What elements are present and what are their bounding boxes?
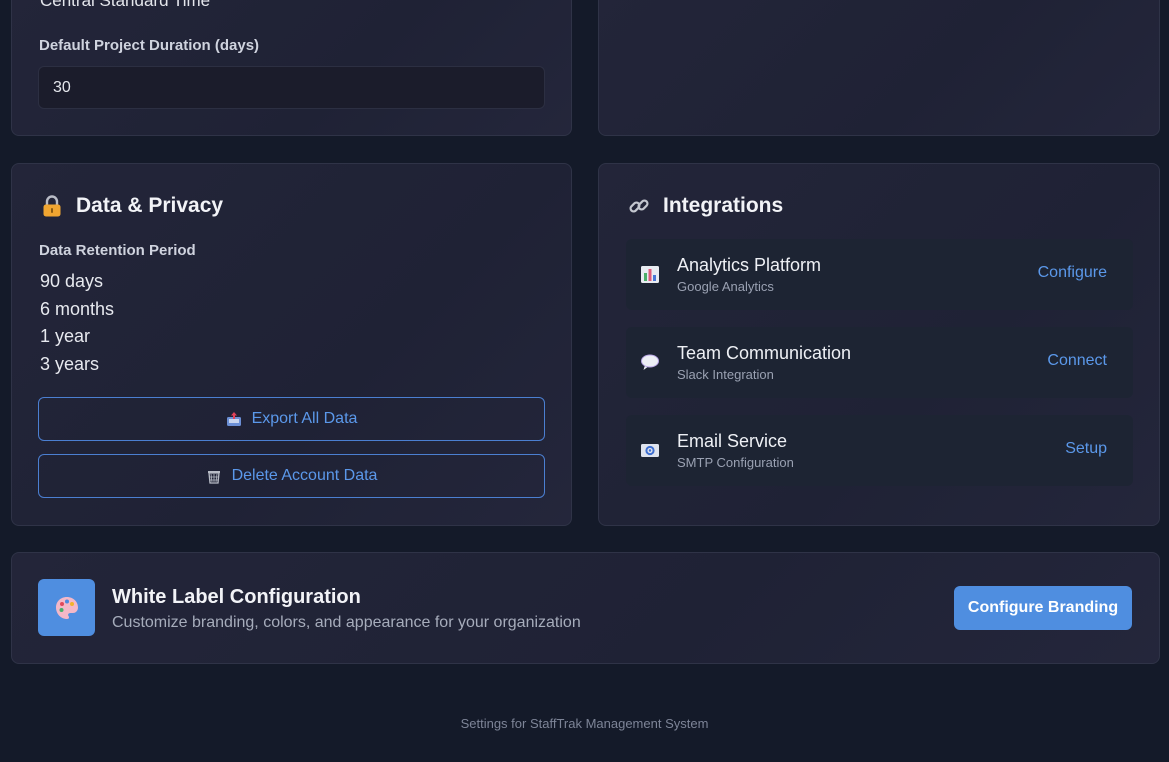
general-settings-card: Central Standard Time Default Project Du… xyxy=(11,0,572,136)
integration-subtitle: SMTP Configuration xyxy=(677,455,794,470)
chat-bubble-icon xyxy=(640,352,660,372)
white-label-subtitle: Customize branding, colors, and appearan… xyxy=(112,614,581,631)
integration-subtitle: Google Analytics xyxy=(677,279,774,294)
setup-email-link[interactable]: Setup xyxy=(1065,440,1107,458)
data-privacy-header: Data & Privacy xyxy=(40,194,223,218)
email-icon xyxy=(640,440,660,460)
integration-name: Analytics Platform xyxy=(677,255,822,275)
integration-row-email: Email Service SMTP Configuration Setup xyxy=(626,415,1133,486)
outbox-icon xyxy=(226,411,242,427)
bar-chart-icon xyxy=(640,264,660,284)
timezone-value[interactable]: Central Standard Time xyxy=(40,0,210,11)
integration-row-analytics: Analytics Platform Google Analytics Conf… xyxy=(626,239,1133,310)
footer-text: Settings for StaffTrak Management System xyxy=(460,716,709,731)
duration-input[interactable]: 30 xyxy=(38,66,545,109)
retention-option[interactable]: 3 years xyxy=(40,351,114,379)
connect-communication-link[interactable]: Connect xyxy=(1047,352,1107,370)
export-all-data-button[interactable]: Export All Data xyxy=(38,397,545,441)
duration-label: Default Project Duration (days) xyxy=(39,37,260,54)
integrations-header: Integrations xyxy=(627,194,783,218)
retention-options-list[interactable]: 90 days 6 months 1 year 3 years xyxy=(40,268,114,378)
data-privacy-card: Data & Privacy Data Retention Period 90 … xyxy=(11,163,572,526)
palette-icon xyxy=(38,579,95,636)
trash-icon xyxy=(206,468,222,484)
integration-name: Email Service xyxy=(677,431,788,451)
configure-branding-button[interactable]: Configure Branding xyxy=(954,586,1132,630)
link-icon xyxy=(627,194,651,218)
configure-analytics-link[interactable]: Configure xyxy=(1038,264,1107,282)
retention-option[interactable]: 90 days xyxy=(40,268,114,296)
export-all-data-label: Export All Data xyxy=(251,410,358,427)
settings-card-top-right xyxy=(598,0,1160,136)
integrations-card: Integrations Analytics Platform Google A… xyxy=(598,163,1160,526)
retention-option[interactable]: 1 year xyxy=(40,323,114,351)
lock-icon xyxy=(40,194,64,218)
delete-account-data-label: Delete Account Data xyxy=(231,467,378,484)
integrations-title: Integrations xyxy=(663,194,784,217)
retention-option[interactable]: 6 months xyxy=(40,296,114,324)
retention-label: Data Retention Period xyxy=(39,242,196,259)
integration-name: Team Communication xyxy=(677,343,852,363)
white-label-card: White Label Configuration Customize bran… xyxy=(11,552,1160,664)
delete-account-data-button[interactable]: Delete Account Data xyxy=(38,454,545,498)
white-label-title: White Label Configuration xyxy=(112,586,361,608)
integration-subtitle: Slack Integration xyxy=(677,367,774,382)
data-privacy-title: Data & Privacy xyxy=(76,194,224,217)
integration-row-communication: Team Communication Slack Integration Con… xyxy=(626,327,1133,398)
